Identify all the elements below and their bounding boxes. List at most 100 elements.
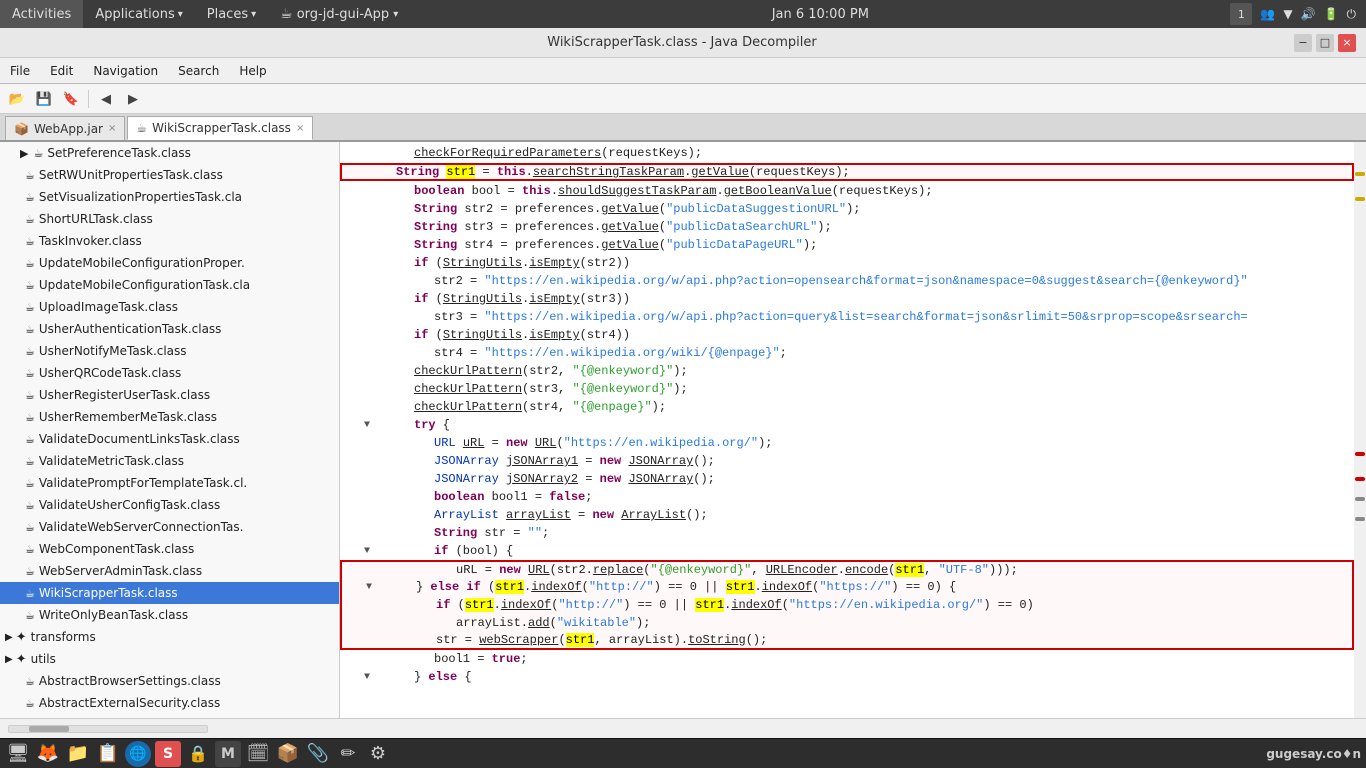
list-item[interactable]: ☕UsherQRCodeTask.class — [0, 362, 339, 384]
code-line-boxed: str = webScrapper(str1, arrayList).toStr… — [340, 632, 1354, 650]
code-content: checkForRequiredParameters(requestKeys);… — [340, 142, 1354, 688]
taskbar-s-icon[interactable]: S — [155, 741, 181, 767]
list-item[interactable]: ☕AbstractWebLoginProvider.class — [0, 714, 339, 718]
code-line: URL uRL = new URL("https://en.wikipedia.… — [340, 434, 1354, 452]
applications-menu[interactable]: Applications ▾ — [83, 0, 194, 28]
list-item[interactable]: ☕SetVisualizationPropertiesTask.cla — [0, 186, 339, 208]
taskbar-lock-icon[interactable]: 🔒 — [185, 741, 211, 767]
menu-navigation[interactable]: Navigation — [83, 58, 168, 83]
maximize-button[interactable]: □ — [1316, 34, 1334, 52]
code-line: if (StringUtils.isEmpty(str3)) — [340, 290, 1354, 308]
line-fold[interactable]: ▼ — [362, 582, 376, 593]
folder-item-transforms[interactable]: ▶✦transforms — [0, 626, 339, 648]
code-line: JSONArray jSONArray2 = new JSONArray(); — [340, 470, 1354, 488]
list-item[interactable]: ☕UpdateMobileConfigurationTask.cla — [0, 274, 339, 296]
taskbar-package-icon[interactable]: 📦 — [275, 741, 301, 767]
code-line: checkForRequiredParameters(requestKeys); — [340, 144, 1354, 162]
list-item[interactable]: ☕UsherRememberMeTask.class — [0, 406, 339, 428]
taskbar-edit-icon[interactable]: ✏ — [335, 741, 361, 767]
list-item[interactable]: ☕WriteOnlyBeanTask.class — [0, 604, 339, 626]
editor-scroll-markers[interactable] — [1354, 142, 1366, 718]
taskbar-browser-icon[interactable]: 🌐 — [125, 741, 151, 767]
list-item[interactable]: ☕WebComponentTask.class — [0, 538, 339, 560]
taskbar-firefox-icon[interactable]: 🦊 — [35, 741, 61, 767]
taskbar-folder-icon[interactable]: 📁 — [65, 741, 91, 767]
open-button[interactable]: 📂 — [5, 88, 29, 110]
line-fold[interactable]: ▼ — [360, 672, 374, 683]
code-line: str2 = "https://en.wikipedia.org/w/api.p… — [340, 272, 1354, 290]
list-item[interactable]: ☕UploadImageTask.class — [0, 296, 339, 318]
line-fold[interactable]: ▼ — [360, 420, 374, 431]
list-item[interactable]: ☕UsherNotifyMeTask.class — [0, 340, 339, 362]
taskbar-settings-icon[interactable]: ⚙ — [365, 741, 391, 767]
code-line-highlighted: String str1 = this.searchStringTaskParam… — [340, 163, 1354, 181]
line-fold[interactable]: ▼ — [360, 546, 374, 557]
code-line: if (StringUtils.isEmpty(str2)) — [340, 254, 1354, 272]
list-item-selected[interactable]: ☕WikiScrapperTask.class — [0, 582, 339, 604]
code-line: checkUrlPattern(str2, "{@enkeyword}"); — [340, 362, 1354, 380]
list-item[interactable]: ☕ValidateMetricTask.class — [0, 450, 339, 472]
tab-wikiscrapper-close[interactable]: × — [296, 123, 304, 134]
list-item[interactable]: ☕UpdateMobileConfigurationProper. — [0, 252, 339, 274]
minimize-button[interactable]: − — [1294, 34, 1312, 52]
list-item[interactable]: ☕ValidatePromptForTemplateTask.cl. — [0, 472, 339, 494]
applications-label: Applications — [95, 7, 174, 22]
titlebar: WikiScrapperTask.class - Java Decompiler… — [0, 28, 1366, 58]
taskbar-text-icon[interactable]: 📋 — [95, 741, 121, 767]
code-line: ArrayList arrayList = new ArrayList(); — [340, 506, 1354, 524]
code-line: bool1 = true; — [340, 650, 1354, 668]
taskbar-calendar-icon[interactable]: 🗓 — [245, 741, 271, 767]
taskbar-m-icon[interactable]: M — [215, 741, 241, 767]
hscrollbar[interactable] — [8, 725, 208, 733]
topbar-datetime: Jan 6 10:00 PM — [410, 7, 1230, 22]
code-line: ▼ } else { — [340, 668, 1354, 686]
taskbar-files-icon[interactable]: 🖥 — [5, 741, 31, 767]
list-item[interactable]: ☕WebServerAdminTask.class — [0, 560, 339, 582]
tab-webappjar[interactable]: 📦 WebApp.jar × — [5, 116, 125, 140]
app-label: org-jd-gui-App — [297, 7, 389, 22]
code-editor[interactable]: checkForRequiredParameters(requestKeys);… — [340, 142, 1354, 718]
tab-webappjar-close[interactable]: × — [108, 123, 116, 134]
topbar-right: 1 👥 ▼ 🔊 🔋 ⏻ — [1230, 3, 1366, 25]
code-line: String str4 = preferences.getValue("publ… — [340, 236, 1354, 254]
places-label: Places — [207, 7, 248, 22]
places-arrow: ▾ — [251, 9, 256, 20]
power-icon: ⏻ — [1347, 7, 1357, 22]
list-item[interactable]: ☕TaskInvoker.class — [0, 230, 339, 252]
list-item[interactable]: ☕ValidateDocumentLinksTask.class — [0, 428, 339, 450]
close-button[interactable]: × — [1338, 34, 1356, 52]
workspace-indicator[interactable]: 1 — [1230, 3, 1252, 25]
save-button[interactable]: 💾 — [32, 88, 56, 110]
code-line: ▼ try { — [340, 416, 1354, 434]
list-item[interactable]: ☕UsherAuthenticationTask.class — [0, 318, 339, 340]
code-line-boxed: arrayList.add("wikitable"); — [340, 614, 1354, 632]
battery-icon: 🔋 — [1324, 7, 1339, 21]
tab-jar-icon: 📦 — [14, 122, 29, 136]
menu-file[interactable]: File — [0, 58, 40, 83]
list-item[interactable]: ☕ValidateUsherConfigTask.class — [0, 494, 339, 516]
bookmark-button[interactable]: 🔖 — [59, 88, 83, 110]
list-item[interactable]: ▶☕SetPreferenceTask.class — [0, 142, 339, 164]
code-line: checkUrlPattern(str3, "{@enkeyword}"); — [340, 380, 1354, 398]
forward-button[interactable]: ▶ — [121, 88, 145, 110]
back-button[interactable]: ◀ — [94, 88, 118, 110]
code-line: boolean bool1 = false; — [340, 488, 1354, 506]
places-menu[interactable]: Places ▾ — [195, 0, 268, 28]
volume-icon: 🔊 — [1301, 7, 1316, 21]
menu-search[interactable]: Search — [168, 58, 229, 83]
list-item[interactable]: ☕ValidateWebServerConnectionTas. — [0, 516, 339, 538]
app-menu[interactable]: ☕ org-jd-gui-App ▾ — [268, 0, 410, 28]
list-item[interactable]: ☕UsherRegisterUserTask.class — [0, 384, 339, 406]
menu-help[interactable]: Help — [229, 58, 276, 83]
menu-edit[interactable]: Edit — [40, 58, 83, 83]
main-area: ▶☕SetPreferenceTask.class ☕SetRWUnitProp… — [0, 142, 1366, 718]
tab-wikiscrapper[interactable]: ☕ WikiScrapperTask.class × — [127, 116, 313, 140]
taskbar-link-icon[interactable]: 📎 — [305, 741, 331, 767]
list-item[interactable]: ☕ShortURLTask.class — [0, 208, 339, 230]
list-item[interactable]: ☕AbstractExternalSecurity.class — [0, 692, 339, 714]
code-line: boolean bool = this.shouldSuggestTaskPar… — [340, 182, 1354, 200]
list-item[interactable]: ☕AbstractBrowserSettings.class — [0, 670, 339, 692]
activities-button[interactable]: Activities — [0, 0, 83, 28]
list-item[interactable]: ☕SetRWUnitPropertiesTask.class — [0, 164, 339, 186]
folder-item-utils[interactable]: ▶✦utils — [0, 648, 339, 670]
